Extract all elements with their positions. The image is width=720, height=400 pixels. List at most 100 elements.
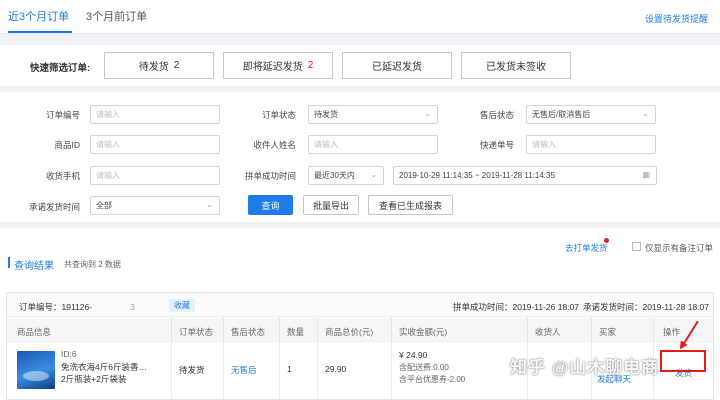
quick-filter-shipped-unsigned[interactable]: 已发货未签收 bbox=[461, 52, 571, 79]
receiver-name-label: 收件人姓名 bbox=[253, 140, 296, 150]
col-divider bbox=[223, 343, 224, 400]
order-status-value: 待发货 bbox=[179, 365, 205, 375]
query-button[interactable]: 查询 bbox=[248, 195, 293, 215]
col-paid-amount: 实收金额(元) bbox=[399, 327, 448, 337]
order-status-select[interactable]: 待发货 ⌄ bbox=[308, 105, 438, 124]
quick-filter-count: 2 bbox=[307, 60, 314, 71]
col-operation: 操作 bbox=[663, 327, 681, 337]
promise-time-select[interactable]: 全部 ⌄ bbox=[90, 196, 220, 215]
group-time-label: 拼单成功时间 bbox=[244, 171, 296, 181]
order-promise-time: 承诺发货时间：2019-11-28 18:07 bbox=[583, 302, 709, 312]
col-divider bbox=[279, 343, 280, 400]
batch-export-button[interactable]: 批量导出 bbox=[303, 195, 359, 215]
favorite-tag[interactable]: 收藏 bbox=[169, 299, 195, 312]
col-after-sale: 售后状态 bbox=[231, 327, 266, 337]
order-number-text: 订单编号：191126- bbox=[19, 302, 93, 312]
only-remark-label: 仅显示有备注订单 bbox=[645, 243, 714, 253]
order-group-time: 拼单成功时间：2019-11-26 18:07 bbox=[453, 302, 579, 312]
results-count: 共查询到 2 数据 bbox=[64, 260, 121, 269]
group-time-date-range-input[interactable]: 2019-10-29 11:14:35 ~ 2019-11-28 11:14:3… bbox=[393, 166, 657, 185]
results-title: 查询结果 bbox=[14, 261, 54, 272]
promise-time-label: 承诺发货时间 bbox=[28, 202, 80, 212]
order-status-value: 待发货 bbox=[314, 110, 338, 119]
after-sale-value: 无售后/取消售后 bbox=[532, 110, 591, 119]
goods-id-label: 商品ID bbox=[54, 140, 80, 150]
express-no-label: 快递单号 bbox=[479, 140, 514, 150]
paid-amount-value: ¥ 24.90 bbox=[399, 350, 428, 360]
col-goods-total: 商品总价(元) bbox=[325, 327, 374, 337]
after-sale-select[interactable]: 无售后/取消售后 ⌄ bbox=[526, 105, 656, 124]
chevron-down-icon: ⌄ bbox=[424, 109, 431, 118]
col-divider bbox=[171, 343, 172, 400]
goods-thumbnail[interactable] bbox=[17, 351, 55, 389]
quick-filter-about-to-delay[interactable]: 即将延迟发货 2 bbox=[223, 52, 333, 79]
quick-filter-label: 快速筛选订单: bbox=[30, 63, 91, 74]
col-divider bbox=[391, 318, 392, 342]
chevron-down-icon: ⌄ bbox=[642, 109, 649, 118]
quick-filter-count: 2 bbox=[173, 60, 180, 71]
goods-total-value: 29.90 bbox=[325, 364, 347, 374]
paid-platform-discount: 含平台优惠券-2.00 bbox=[399, 375, 466, 384]
col-divider bbox=[223, 318, 224, 342]
goods-id-input[interactable]: 请输入 bbox=[90, 135, 220, 154]
group-time-range-value: 最近30天内 bbox=[314, 171, 355, 180]
quick-filter-label-text: 已发货未签收 bbox=[486, 62, 546, 73]
view-reports-button[interactable]: 查看已生成报表 bbox=[368, 195, 453, 215]
express-no-input[interactable]: 请输入 bbox=[526, 135, 656, 154]
col-divider bbox=[279, 318, 280, 342]
col-divider bbox=[171, 318, 172, 342]
order-number: 订单编号：191126- 3 bbox=[19, 301, 135, 313]
chevron-down-icon: ⌄ bbox=[370, 170, 377, 179]
col-divider bbox=[317, 318, 318, 342]
paid-shipping-fee: 含配送费:0.00 bbox=[399, 363, 449, 372]
quick-filter-label-text: 已延迟发货 bbox=[372, 62, 422, 73]
order-number-suffix: 3 bbox=[130, 302, 135, 312]
goods-id: ID:6 bbox=[61, 349, 77, 359]
col-divider bbox=[527, 318, 528, 342]
tab-older-than-3-months[interactable]: 3个月前订单 bbox=[86, 8, 147, 24]
group-time-range-select[interactable]: 最近30天内 ⌄ bbox=[308, 166, 384, 185]
active-tab-underline bbox=[8, 31, 72, 33]
quick-filter-pending-shipment[interactable]: 待发货 2 bbox=[104, 52, 214, 79]
set-shipping-reminder-link[interactable]: 设置待发货提醒 bbox=[645, 12, 708, 25]
order-status-label: 订单状态 bbox=[261, 110, 296, 120]
watermark-text: 知乎 @山木聊电商 bbox=[510, 358, 660, 377]
tab-recent-3-months[interactable]: 近3个月订单 bbox=[8, 8, 69, 24]
chevron-down-icon: ⌄ bbox=[206, 200, 213, 209]
order-header: 订单编号：191126- 3 收藏 拼单成功时间：2019-11-26 18:07… bbox=[7, 293, 713, 317]
col-divider bbox=[317, 343, 318, 400]
promise-time-value: 全部 bbox=[96, 201, 112, 210]
col-receiver: 收货人 bbox=[535, 327, 561, 337]
col-goods-info: 商品信息 bbox=[17, 327, 52, 337]
highlight-box bbox=[660, 350, 706, 372]
only-remark-checkbox[interactable] bbox=[632, 242, 641, 251]
order-table-header: 商品信息 订单状态 售后状态 数量 商品总价(元) 实收金额(元) 收货人 买家… bbox=[7, 318, 713, 342]
order-card: 订单编号：191126- 3 收藏 拼单成功时间：2019-11-26 18:07… bbox=[6, 292, 714, 400]
order-no-label: 订单编号 bbox=[45, 110, 80, 120]
order-no-input[interactable]: 请输入 bbox=[90, 105, 220, 124]
group-time-date-range-value: 2019-10-29 11:14:35 ~ 2019-11-28 11:14:3… bbox=[399, 171, 555, 180]
receiver-phone-label: 收货手机 bbox=[45, 171, 80, 181]
results-title-accent bbox=[8, 257, 10, 268]
after-sale-label: 售后状态 bbox=[479, 110, 514, 120]
col-buyer: 买家 bbox=[599, 327, 617, 337]
calendar-icon: ▦ bbox=[642, 170, 650, 179]
goods-name-line-2: 2斤瓶装+2斤袋装 bbox=[61, 374, 127, 384]
col-divider bbox=[591, 318, 592, 342]
quick-filter-delayed[interactable]: 已延迟发货 bbox=[342, 52, 452, 79]
receiver-phone-input[interactable]: 请输入 bbox=[90, 166, 220, 185]
print-and-ship-link[interactable]: 去打单发货 bbox=[565, 242, 608, 254]
receiver-name-input[interactable]: 请输入 bbox=[308, 135, 438, 154]
goods-name-line-1[interactable]: 免洗衣海4斤6斤装香… bbox=[61, 361, 147, 373]
order-tabs-bar: 近3个月订单 3个月前订单 设置待发货提醒 bbox=[0, 0, 720, 34]
col-divider bbox=[391, 343, 392, 400]
col-divider bbox=[653, 318, 654, 342]
quick-filter-label-text: 待发货 bbox=[138, 62, 169, 73]
quick-filter-bar: 快速筛选订单: 待发货 2 即将延迟发货 2 已延迟发货 已发货未签收 bbox=[0, 45, 720, 86]
after-sale-status: 无售后 bbox=[231, 365, 257, 375]
col-quantity: 数量 bbox=[287, 327, 305, 337]
notification-dot bbox=[604, 238, 609, 243]
col-order-status: 订单状态 bbox=[179, 327, 214, 337]
quick-filter-label-text: 即将延迟发货 bbox=[242, 62, 303, 73]
quantity-value: 1 bbox=[287, 364, 292, 374]
